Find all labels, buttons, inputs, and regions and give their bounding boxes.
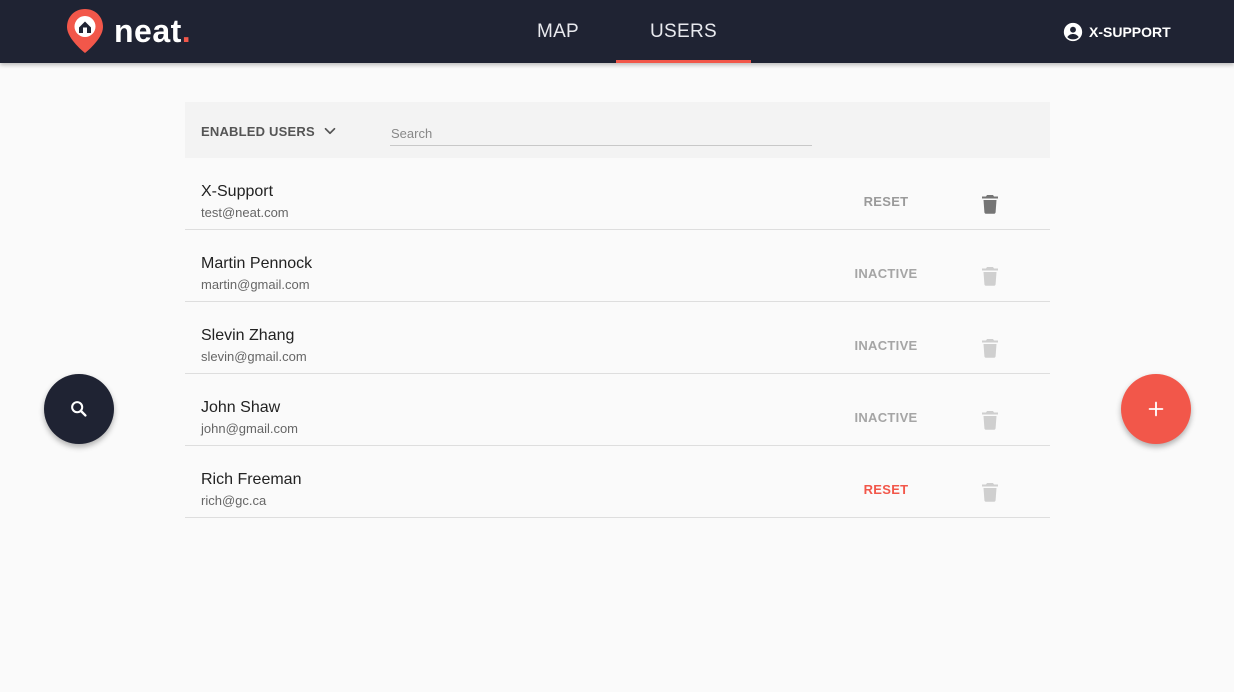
tab-map[interactable]: MAP <box>520 0 596 63</box>
search-icon <box>71 401 87 417</box>
user-status-action-button[interactable]: INACTIVE <box>835 266 937 281</box>
search-input[interactable] <box>390 122 812 146</box>
delete-user-button[interactable] <box>980 193 1000 215</box>
user-name: Slevin Zhang <box>201 327 295 344</box>
users-toolbar: ENABLED USERS <box>185 102 1050 158</box>
user-status-action-button[interactable]: RESET <box>835 194 937 209</box>
account-name: X-SUPPORT <box>1089 24 1171 40</box>
user-status-action-button[interactable]: INACTIVE <box>835 338 937 353</box>
delete-user-button[interactable] <box>980 409 1000 431</box>
user-email: martin@gmail.com <box>201 277 310 292</box>
plus-icon <box>1148 401 1164 417</box>
brand-dot: . <box>181 13 191 49</box>
trash-icon <box>982 483 998 502</box>
user-name: X-Support <box>201 183 274 200</box>
chevron-down-icon <box>324 127 336 135</box>
user-status-action-button[interactable]: RESET <box>835 482 937 497</box>
user-email: john@gmail.com <box>201 421 299 436</box>
account-menu-button[interactable]: X-SUPPORT <box>1062 20 1171 44</box>
user-filter-dropdown[interactable]: ENABLED USERS <box>201 122 339 140</box>
user-list: X-Support test@neat.com RESET Martin Pennoc… <box>185 158 1050 518</box>
users-panel: ENABLED USERS X-Support test@neat.com RESE… <box>185 102 1050 518</box>
user-email: rich@gc.ca <box>201 493 267 508</box>
user-row[interactable]: John Shaw john@gmail.com INACTIVE <box>185 374 1050 446</box>
user-status-action-button[interactable]: INACTIVE <box>835 410 937 425</box>
user-row[interactable]: X-Support test@neat.com RESET <box>185 158 1050 230</box>
trash-icon <box>982 411 998 430</box>
user-name: John Shaw <box>201 399 281 416</box>
brand-name: neat <box>114 13 182 49</box>
trash-icon <box>982 339 998 358</box>
user-email: test@neat.com <box>201 205 289 220</box>
user-row[interactable]: Martin Pennock martin@gmail.com INACTIVE <box>185 230 1050 302</box>
top-app-bar: neat. MAP USERS X-SUPPORT <box>0 0 1234 63</box>
tab-users[interactable]: USERS <box>616 0 751 63</box>
delete-user-button[interactable] <box>980 337 1000 359</box>
trash-icon <box>982 267 998 286</box>
user-filter-label: ENABLED USERS <box>201 123 315 139</box>
delete-user-button[interactable] <box>980 265 1000 287</box>
brand-logo[interactable]: neat. <box>66 8 191 54</box>
user-row[interactable]: Slevin Zhang slevin@gmail.com INACTIVE <box>185 302 1050 374</box>
trash-icon <box>982 195 998 214</box>
user-name: Martin Pennock <box>201 255 313 272</box>
search-fab-button[interactable] <box>44 374 114 444</box>
add-user-fab-button[interactable] <box>1121 374 1191 444</box>
account-circle-icon <box>1063 22 1083 42</box>
location-pin-icon <box>67 9 103 53</box>
user-row[interactable]: Rich Freeman rich@gc.ca RESET <box>185 446 1050 518</box>
delete-user-button[interactable] <box>980 481 1000 503</box>
user-email: slevin@gmail.com <box>201 349 307 364</box>
user-name: Rich Freeman <box>201 471 302 488</box>
